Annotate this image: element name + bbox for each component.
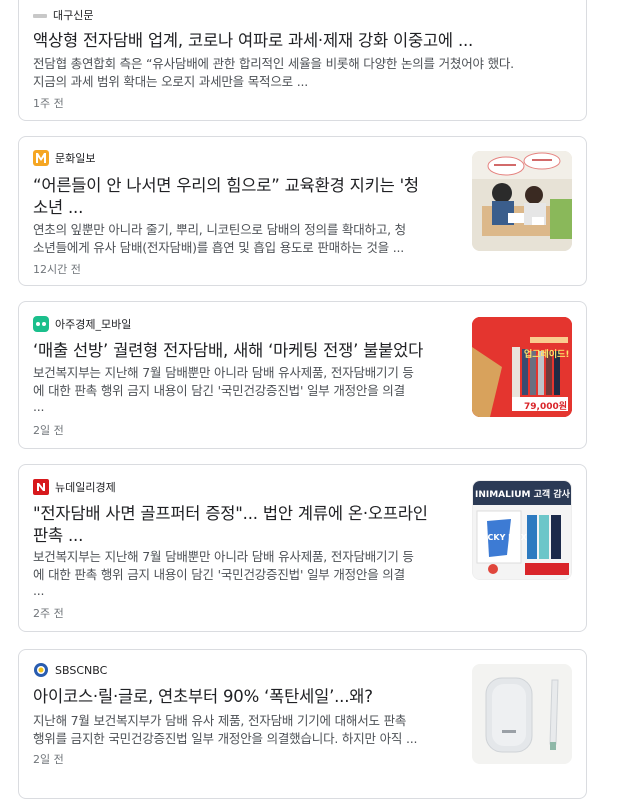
- source-name: 문화일보: [55, 152, 96, 165]
- news-time: 12시간 전: [33, 263, 81, 276]
- news-source: 대구신문: [33, 7, 93, 23]
- sbs-logo-icon: [33, 662, 49, 678]
- news-card[interactable]: 아주경제_모바일 ‘매출 선방’ 궐련형 전자담배, 새해 ‘마케팅 전쟁’ 불…: [18, 301, 587, 449]
- news-thumbnail[interactable]: 업그레이드! 79,000원: [472, 317, 572, 417]
- news-snippet-line1: 지난해 7월 보건복지부가 담배 유사 제품, 전자담배 기기에 대해서도 판촉: [33, 713, 407, 728]
- news-time: 2일 전: [33, 753, 64, 766]
- news-thumbnail[interactable]: INIMALIUM 고객 감사 UCKY BOX: [472, 480, 572, 580]
- news-snippet-line3: ...: [33, 583, 45, 598]
- news-thumbnail[interactable]: [472, 151, 572, 251]
- news-snippet-line2: 에 대한 판촉 행위 금지 내용이 담긴 '국민건강증진법' 일부 개정안을 의…: [33, 383, 405, 398]
- source-name: 뉴데일리경제: [55, 481, 116, 494]
- source-name: 아주경제_모바일: [55, 318, 132, 331]
- news-snippet-line3: ...: [33, 399, 45, 414]
- news-snippet-line1: 보건복지부는 지난해 7월 담배뿐만 아니라 담배 유사제품, 전자담배기기 등: [33, 365, 414, 380]
- news-source: 문화일보: [33, 150, 95, 166]
- source-name: SBSCNBC: [55, 663, 108, 677]
- news-title-line2[interactable]: 판촉 ...: [33, 525, 83, 547]
- promo-header-text: INIMALIUM 고객 감사: [475, 490, 570, 500]
- ajou-logo-icon: [33, 316, 49, 332]
- news-title[interactable]: 액상형 전자담배 업계, 코로나 여파로 과세·제재 강화 이중고에 ...: [33, 30, 473, 52]
- promo-badge: 업그레이드!: [524, 350, 570, 360]
- news-snippet-line1: 보건복지부는 지난해 7월 담배뿐만 아니라 담배 유사제품, 전자담배기기 등: [33, 549, 414, 564]
- source-logo-icon: [33, 14, 47, 18]
- news-card[interactable]: 대구신문 액상형 전자담배 업계, 코로나 여파로 과세·제재 강화 이중고에 …: [18, 0, 587, 121]
- newdaily-logo-icon: [33, 479, 49, 495]
- news-title-line2[interactable]: 소년 ...: [33, 197, 83, 219]
- news-source: 아주경제_모바일: [33, 316, 131, 332]
- munhwa-logo-icon: [33, 150, 49, 166]
- news-card[interactable]: 문화일보 “어른들이 안 나서면 우리의 힘으로” 교육환경 지키는 '청 소년…: [18, 136, 587, 286]
- news-card[interactable]: SBSCNBC 아이코스·릴·글로, 연초부터 90% ‘폭탄세일’...왜? …: [18, 649, 587, 799]
- news-snippet-line2: 소년들에게 유사 담배(전자담배)를 흡연 및 흡입 용도로 판매하는 것을 .…: [33, 240, 405, 255]
- news-time: 2일 전: [33, 424, 64, 437]
- news-thumbnail[interactable]: [472, 664, 572, 764]
- news-time: 2주 전: [33, 607, 64, 620]
- news-snippet-line1: 전담협 총연합회 측은 “유사담배에 관한 합리적인 세율을 비롯해 다양한 논…: [33, 56, 514, 71]
- lucky-box-label: UCKY BOX: [481, 533, 527, 542]
- news-title[interactable]: 아이코스·릴·글로, 연초부터 90% ‘폭탄세일’...왜?: [33, 686, 373, 708]
- promo-price: 79,000원: [524, 402, 568, 412]
- news-source: SBSCNBC: [33, 662, 107, 678]
- news-source: 뉴데일리경제: [33, 479, 116, 495]
- news-snippet-line2: 행위를 금지한 국민건강증진법 일부 개정안을 의결했습니다. 하지만 아직 .…: [33, 731, 418, 746]
- news-snippet-line1: 연초의 잎뿐만 아니라 줄기, 뿌리, 니코틴으로 담배의 정의를 확대하고, …: [33, 222, 406, 237]
- news-title-line1[interactable]: “어른들이 안 나서면 우리의 힘으로” 교육환경 지키는 '청: [33, 175, 419, 197]
- news-time: 1주 전: [33, 97, 64, 110]
- news-title[interactable]: ‘매출 선방’ 궐련형 전자담배, 새해 ‘마케팅 전쟁’ 불붙었다: [33, 340, 423, 362]
- news-snippet-line2: 에 대한 판촉 행위 금지 내용이 담긴 '국민건강증진법' 일부 개정안을 의…: [33, 567, 405, 582]
- news-card[interactable]: 뉴데일리경제 "전자담배 사면 골프퍼터 증정"... 법안 계류에 온·오프라…: [18, 464, 587, 632]
- news-snippet-line2: 지금의 과세 범위 확대는 오로지 과세만을 목적으로 ...: [33, 74, 309, 89]
- news-title-line1[interactable]: "전자담배 사면 골프퍼터 증정"... 법안 계류에 온·오프라인: [33, 503, 428, 525]
- source-name: 대구신문: [53, 9, 94, 22]
